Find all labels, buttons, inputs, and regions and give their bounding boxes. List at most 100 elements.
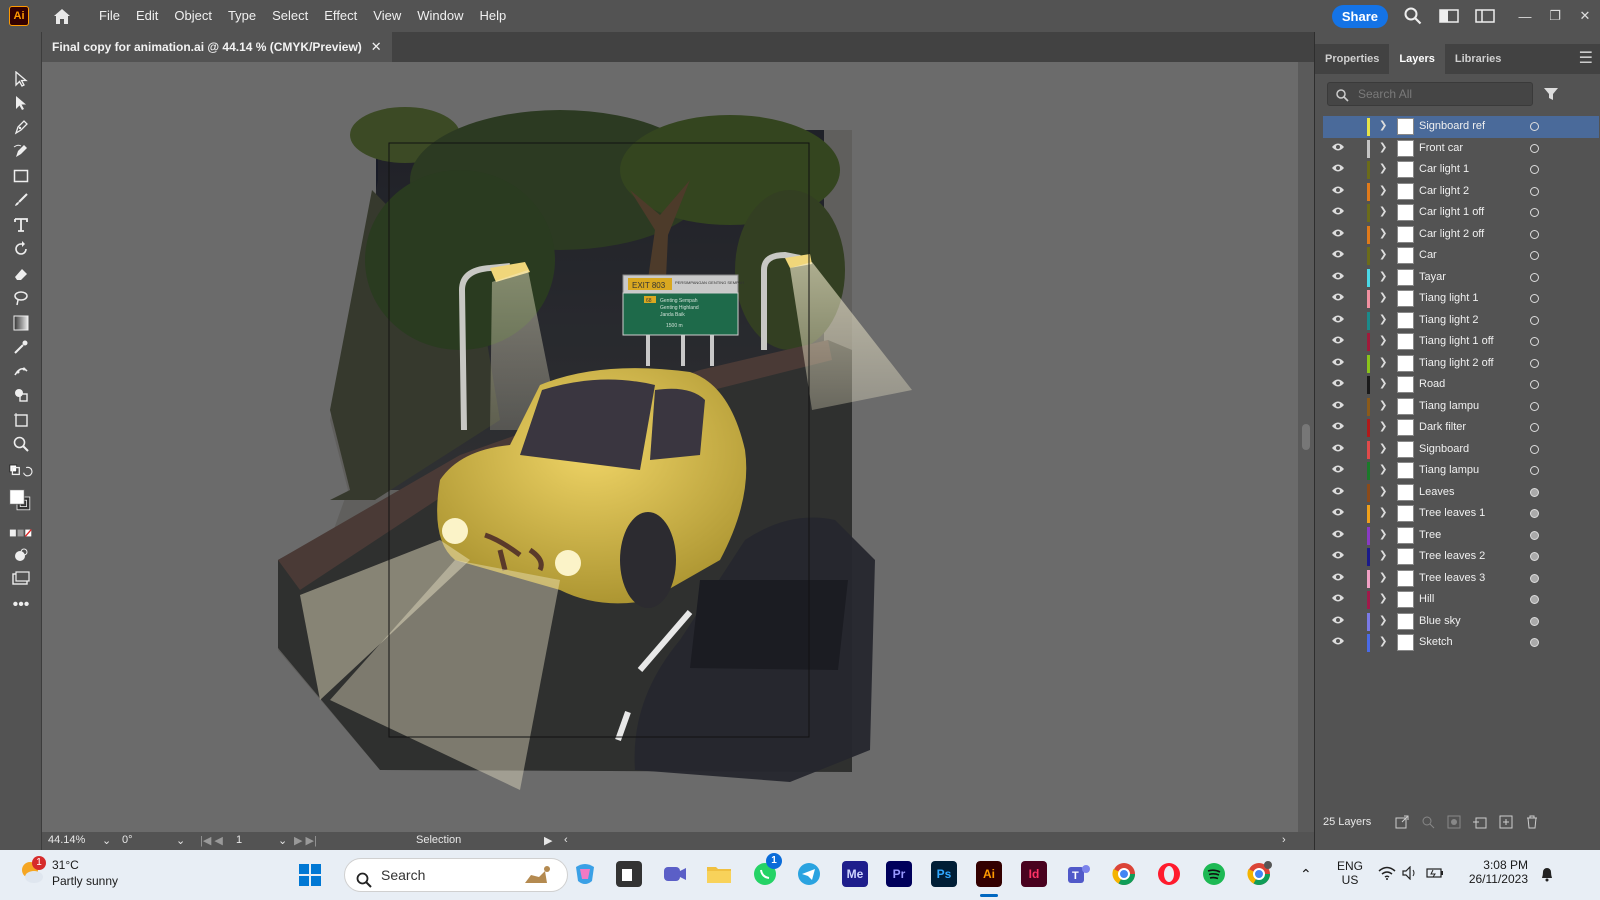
weather-widget[interactable]: 1 31°C Partly sunny	[18, 856, 118, 891]
layer-name[interactable]: Hill	[1419, 593, 1434, 605]
next-artboard-icon[interactable]: ▶ ▶|	[294, 834, 317, 847]
expand-chevron-icon[interactable]: ❯	[1379, 292, 1387, 303]
layer-row[interactable]: ❯ Tiang light 2	[1323, 310, 1599, 332]
battery-icon[interactable]	[1426, 866, 1444, 883]
expand-chevron-icon[interactable]: ❯	[1379, 464, 1387, 475]
chrome-icon[interactable]	[1111, 861, 1137, 887]
target-circle-icon[interactable]	[1530, 358, 1539, 368]
visibility-eye-icon[interactable]	[1331, 421, 1347, 435]
scroll-left-icon[interactable]: ‹	[564, 834, 568, 846]
expand-chevron-icon[interactable]: ❯	[1379, 378, 1387, 389]
more-tools-icon[interactable]: •••	[9, 594, 33, 616]
curvature-tool-icon[interactable]	[9, 140, 33, 162]
visibility-eye-icon[interactable]	[1331, 185, 1347, 199]
expand-chevron-icon[interactable]: ❯	[1379, 507, 1387, 518]
copilot-icon[interactable]	[572, 861, 598, 887]
target-circle-icon[interactable]	[1530, 380, 1539, 389]
target-circle-icon[interactable]	[1530, 208, 1539, 217]
layer-row[interactable]: ❯ Road	[1323, 374, 1599, 396]
menu-view[interactable]: View	[365, 0, 409, 32]
layer-row[interactable]: ❯ Tiang light 2 off	[1323, 353, 1599, 375]
expand-chevron-icon[interactable]: ❯	[1379, 228, 1387, 239]
spotify-icon[interactable]	[1201, 861, 1227, 887]
layer-name[interactable]: Tayar	[1419, 271, 1446, 283]
arrange-documents-icon[interactable]	[1474, 5, 1496, 27]
layer-row[interactable]: ❯ Tree	[1323, 525, 1599, 547]
layer-row[interactable]: ❯ Hill	[1323, 589, 1599, 611]
layer-row[interactable]: ❯ Car light 1 off	[1323, 202, 1599, 224]
layer-row[interactable]: ❯ Tiang lampu	[1323, 396, 1599, 418]
layer-row[interactable]: ❯ Car light 2 off	[1323, 224, 1599, 246]
indesign-icon[interactable]: Id	[1021, 861, 1047, 887]
workspace-icon[interactable]	[1438, 5, 1460, 27]
visibility-eye-icon[interactable]	[1331, 550, 1347, 564]
layer-name[interactable]: Tiang lampu	[1419, 464, 1479, 476]
status-menu-icon[interactable]: ▶	[544, 834, 552, 847]
visibility-eye-icon[interactable]	[1331, 486, 1347, 500]
visibility-eye-icon[interactable]	[1331, 572, 1347, 586]
shape-builder-tool-icon[interactable]	[9, 384, 33, 406]
expand-chevron-icon[interactable]: ❯	[1379, 249, 1387, 260]
layer-name[interactable]: Tiang light 2	[1419, 314, 1479, 326]
layer-name[interactable]: Tree leaves 3	[1419, 572, 1485, 584]
chrome-profile-icon[interactable]	[1246, 861, 1272, 887]
premiere-pro-icon[interactable]: Pr	[886, 861, 912, 887]
expand-chevron-icon[interactable]: ❯	[1379, 529, 1387, 540]
visibility-eye-icon[interactable]	[1331, 292, 1347, 306]
gradient-tool-icon[interactable]	[9, 312, 33, 334]
visibility-eye-icon[interactable]	[1331, 163, 1347, 177]
whatsapp-icon[interactable]: 1	[752, 853, 782, 887]
layer-row[interactable]: ❯ Car	[1323, 245, 1599, 267]
target-circle-icon[interactable]	[1530, 337, 1539, 346]
layer-name[interactable]: Signboard	[1419, 443, 1469, 455]
expand-chevron-icon[interactable]: ❯	[1379, 550, 1387, 561]
expand-chevron-icon[interactable]: ❯	[1379, 636, 1387, 647]
visibility-eye-icon[interactable]	[1331, 507, 1347, 521]
show-hidden-icons[interactable]: ⌃	[1300, 866, 1312, 883]
canvas[interactable]: EXIT 803 PERSIMPANGAN GENTING SEMPAH 68 …	[42, 62, 1298, 832]
target-circle-icon[interactable]	[1530, 294, 1539, 303]
scroll-right-icon[interactable]: ›	[1282, 834, 1286, 846]
expand-chevron-icon[interactable]: ❯	[1379, 400, 1387, 411]
target-circle-icon[interactable]	[1530, 595, 1539, 604]
visibility-eye-icon[interactable]	[1331, 636, 1347, 650]
layer-row[interactable]: ❯ Leaves	[1323, 482, 1599, 504]
expand-chevron-icon[interactable]: ❯	[1379, 421, 1387, 432]
layer-name[interactable]: Front car	[1419, 142, 1463, 154]
visibility-eye-icon[interactable]	[1331, 464, 1347, 478]
visibility-eye-icon[interactable]	[1331, 615, 1347, 629]
paintbrush-tool-icon[interactable]	[9, 189, 33, 211]
direct-selection-tool-icon[interactable]	[9, 92, 33, 114]
layer-row[interactable]: ❯ Signboard	[1323, 439, 1599, 461]
layer-name[interactable]: Road	[1419, 378, 1445, 390]
target-circle-icon[interactable]	[1530, 530, 1539, 540]
visibility-eye-icon[interactable]	[1331, 271, 1347, 285]
vertical-scrollbar[interactable]	[1298, 62, 1314, 832]
document-tab[interactable]: Final copy for animation.ai @ 44.14 % (C…	[42, 32, 392, 62]
visibility-eye-icon[interactable]	[1331, 529, 1347, 543]
layer-row[interactable]: ❯ Car light 2	[1323, 181, 1599, 203]
target-circle-icon[interactable]	[1530, 272, 1539, 282]
menu-object[interactable]: Object	[166, 0, 220, 32]
expand-chevron-icon[interactable]: ❯	[1379, 271, 1387, 282]
tab-properties[interactable]: Properties	[1315, 44, 1389, 74]
expand-chevron-icon[interactable]: ❯	[1379, 335, 1387, 346]
layer-name[interactable]: Leaves	[1419, 486, 1454, 498]
layer-row[interactable]: ❯ Sketch	[1323, 632, 1599, 654]
zoom-dropdown-icon[interactable]: ⌄	[102, 834, 111, 847]
opera-icon[interactable]	[1156, 861, 1182, 887]
layer-name[interactable]: Tree leaves 1	[1419, 507, 1485, 519]
illustrator-icon[interactable]: Ai	[974, 859, 1004, 889]
expand-chevron-icon[interactable]: ❯	[1379, 206, 1387, 217]
tab-libraries[interactable]: Libraries	[1445, 44, 1511, 74]
export-icon[interactable]	[1395, 815, 1409, 829]
delete-layer-icon[interactable]	[1525, 815, 1539, 829]
locate-object-icon[interactable]	[1421, 815, 1435, 829]
expand-chevron-icon[interactable]: ❯	[1379, 185, 1387, 196]
search-icon[interactable]	[1402, 5, 1424, 27]
layer-name[interactable]: Car light 1	[1419, 163, 1469, 175]
fill-stroke-swatch[interactable]	[9, 484, 33, 518]
new-layer-icon[interactable]	[1499, 815, 1513, 829]
layer-name[interactable]: Signboard ref	[1419, 120, 1485, 132]
layer-name[interactable]: Car light 2 off	[1419, 228, 1484, 240]
